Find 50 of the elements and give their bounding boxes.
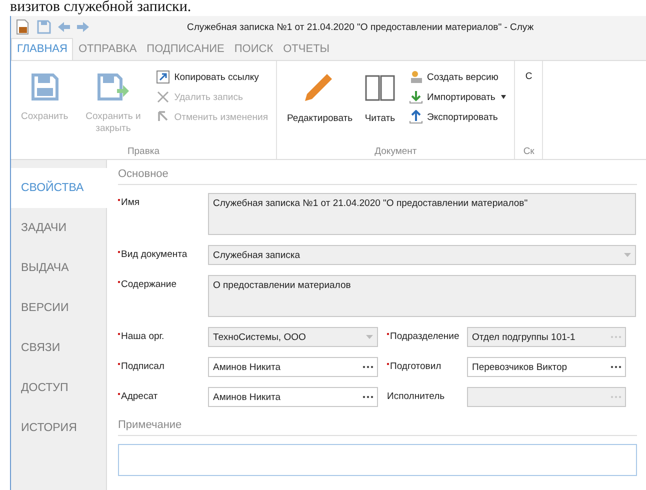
undo-arrow-icon	[156, 110, 170, 124]
ribbon-tab[interactable]: ОТЧЕТЫ	[278, 38, 335, 60]
side-tab[interactable]: ИСТОРИЯ	[11, 408, 106, 448]
side-tab[interactable]: ДОСТУП	[11, 368, 106, 408]
caption-text: визитов служебной записки.	[10, 0, 192, 14]
window-title: Служебная записка №1 от 21.04.2020 "О предоставлении материалов" - Служ	[187, 22, 534, 32]
upload-arrow-icon	[408, 110, 423, 124]
side-tab[interactable]: ЗАДАЧИ	[11, 208, 106, 248]
input-field[interactable]: Аминов Никита	[208, 357, 378, 377]
ribbon-button[interactable]: Копировать ссылку	[154, 69, 270, 85]
field-label: Содержание	[118, 275, 208, 290]
ribbon-tab[interactable]: ОТПРАВКА	[73, 38, 142, 60]
field-label: Подписал	[118, 357, 208, 372]
ribbon-button[interactable]: Импортировать	[406, 89, 508, 105]
side-tab[interactable]: СВОЙСТВА	[11, 168, 107, 208]
ribbon-tab[interactable]: ГЛАВНАЯ	[11, 38, 74, 60]
note-field[interactable]	[118, 444, 637, 476]
document-icon[interactable]	[15, 19, 31, 35]
ribbon-tab[interactable]: ПОДПИСАНИЕ	[142, 38, 230, 60]
ribbon-button[interactable]: Читать	[358, 65, 401, 146]
stamp-icon	[408, 70, 423, 84]
field-label: Имя	[118, 193, 208, 208]
ribbon-button[interactable]: Экспортировать	[406, 109, 508, 125]
group-label: Правка	[126, 146, 161, 157]
ribbon-button[interactable]: Редактировать	[282, 65, 353, 146]
field-label: Вид документа	[118, 245, 208, 260]
section-heading: Примечание	[118, 419, 637, 436]
back-arrow-icon[interactable]	[57, 19, 71, 35]
save-icon[interactable]	[36, 19, 52, 35]
input-field[interactable]: Перевозчиков Виктор	[467, 357, 626, 377]
side-tab[interactable]: ВЕРСИИ	[11, 288, 106, 328]
field-label: Подготовил	[378, 357, 467, 372]
field-label: Адресат	[118, 387, 208, 402]
field-label: Исполнитель	[386, 390, 446, 402]
side-tab[interactable]: СВЯЗИ	[11, 328, 106, 368]
section-heading: Основное	[118, 168, 637, 185]
download-arrow-icon	[408, 90, 423, 104]
ribbon-tab[interactable]: ПОИСК	[229, 38, 278, 60]
field-label: Наша орг.	[118, 327, 208, 342]
field-label: Подразделение	[378, 327, 467, 342]
floppy-disk-arrow-icon	[97, 71, 130, 103]
side-tab[interactable]: ВЫДАЧА	[11, 248, 106, 288]
input-field[interactable]: Аминов Никита	[208, 387, 378, 407]
group-label: Документ	[374, 146, 418, 157]
group-label: Ск	[522, 146, 536, 157]
forward-arrow-icon[interactable]	[76, 19, 90, 35]
ribbon-button[interactable]: С	[521, 65, 536, 146]
link-icon	[156, 70, 170, 84]
ribbon-button[interactable]: Создать версию	[406, 69, 508, 85]
cross-icon	[156, 90, 170, 104]
